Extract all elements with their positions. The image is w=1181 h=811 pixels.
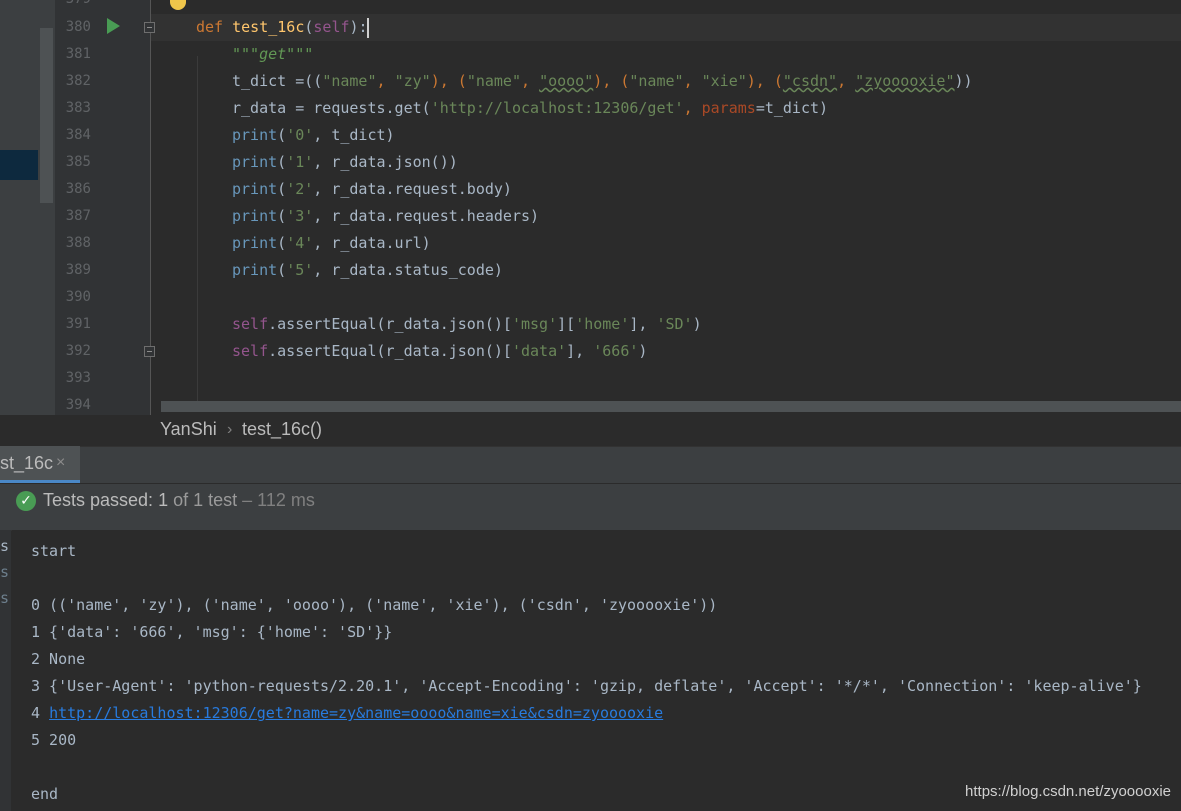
console-output[interactable] xyxy=(12,530,1181,811)
code-line-383[interactable]: r_data = requests.get('http://localhost:… xyxy=(232,95,828,122)
code-line-381[interactable]: """get""" xyxy=(232,41,313,68)
breadcrumb-item-method[interactable]: test_16c() xyxy=(242,419,322,440)
run-test-icon[interactable] xyxy=(107,18,120,34)
console-line: 5 200 xyxy=(31,731,77,749)
code-line-382[interactable]: t_dict =(("name", "zy"), ("name", "oooo"… xyxy=(232,68,973,95)
line-number: 388 xyxy=(65,235,91,251)
test-status-text: Tests passed: 1 of 1 test – 112 ms xyxy=(43,490,315,510)
watermark: https://blog.csdn.net/zyooooxie xyxy=(965,783,1171,800)
run-tab-bar xyxy=(0,446,1181,483)
code-line-387[interactable]: print('3', r_data.request.headers) xyxy=(232,203,539,230)
line-number: 391 xyxy=(65,316,91,332)
line-number: 387 xyxy=(65,208,91,224)
close-icon[interactable]: × xyxy=(56,454,65,472)
run-tab-label[interactable]: st_16c xyxy=(0,453,53,474)
line-number: 379 xyxy=(55,0,91,13)
fold-icon[interactable] xyxy=(144,22,155,33)
breadcrumb-separator: › xyxy=(227,421,233,438)
breadcrumb-item-class[interactable]: YanShi xyxy=(160,419,217,440)
line-number: 389 xyxy=(65,262,91,278)
tree-item-snippet[interactable]: s xyxy=(0,563,9,581)
console-line: 3 {'User-Agent': 'python-requests/2.20.1… xyxy=(31,677,1142,695)
indent-guide xyxy=(197,56,198,406)
editor-horizontal-scrollbar[interactable] xyxy=(161,401,1181,412)
tree-item-snippet[interactable]: s xyxy=(0,537,9,555)
project-selected-row[interactable] xyxy=(0,150,38,180)
code-line-391[interactable]: self.assertEqual(r_data.json()['msg']['h… xyxy=(232,311,702,338)
console-line: 2 None xyxy=(31,650,86,668)
code-line-392[interactable]: self.assertEqual(r_data.json()['data'], … xyxy=(232,338,647,365)
console-line: end xyxy=(31,785,59,803)
line-number: 384 xyxy=(65,127,91,143)
line-number: 385 xyxy=(65,154,91,170)
code-line-386[interactable]: print('2', r_data.request.body) xyxy=(232,176,512,203)
code-line-389[interactable]: print('5', r_data.status_code) xyxy=(232,257,503,284)
line-number: 392 xyxy=(65,343,91,359)
console-url-link[interactable]: http://localhost:12306/get?name=zy&name=… xyxy=(49,704,663,722)
line-number: 381 xyxy=(65,46,91,62)
console-line: 1 {'data': '666', 'msg': {'home': 'SD'}} xyxy=(31,623,393,641)
line-number: 380 xyxy=(65,19,91,35)
project-panel-scrollbar[interactable] xyxy=(40,28,53,203)
code-line-384[interactable]: print('0', t_dict) xyxy=(232,122,395,149)
code-line-385[interactable]: print('1', r_data.json()) xyxy=(232,149,458,176)
code-line-380[interactable]: def test_16c(self): xyxy=(196,14,368,41)
code-line-388[interactable]: print('4', r_data.url) xyxy=(232,230,431,257)
check-icon: ✓ xyxy=(16,491,36,511)
text-caret xyxy=(367,18,369,38)
line-number: 382 xyxy=(65,73,91,89)
line-number: 390 xyxy=(65,289,91,305)
line-number: 393 xyxy=(65,370,91,386)
line-number: 386 xyxy=(65,181,91,197)
console-line: 4 http://localhost:12306/get?name=zy&nam… xyxy=(31,704,664,722)
tree-item-snippet[interactable]: s xyxy=(0,589,9,607)
lightbulb-icon[interactable] xyxy=(170,0,186,10)
fold-icon[interactable] xyxy=(144,346,155,357)
console-line: start xyxy=(31,542,77,560)
console-line: 0 (('name', 'zy'), ('name', 'oooo'), ('n… xyxy=(31,596,718,614)
line-number: 383 xyxy=(65,100,91,116)
